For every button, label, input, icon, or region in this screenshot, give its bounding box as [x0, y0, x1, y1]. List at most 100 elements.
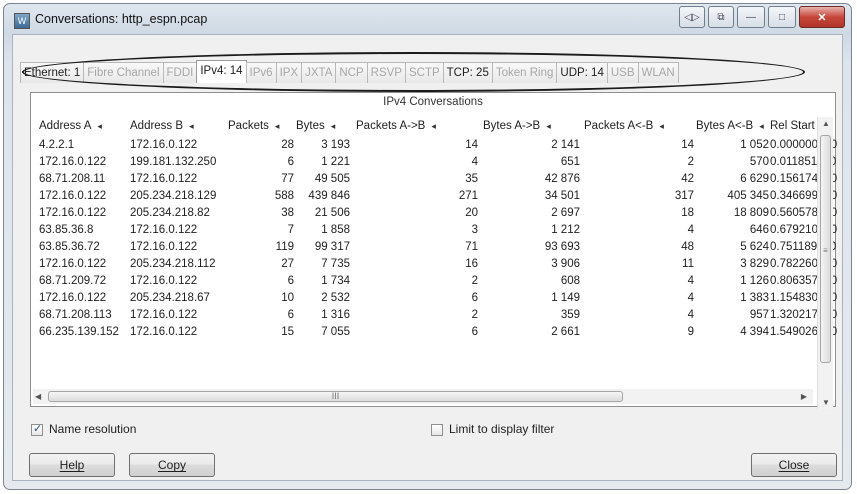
copy-button[interactable]: Copy [129, 453, 215, 477]
table-cell: 172.16.0.122 [130, 326, 198, 338]
table-cell: 0.156174000 [770, 173, 838, 185]
sort-arrow-icon: ◂ [330, 121, 336, 131]
column-header-packets-a-b[interactable]: Packets A->B ◂ [356, 120, 436, 138]
table-cell: 3 [471, 224, 478, 236]
dialog-content: Ethernet: 1 Fibre Channel FDDI IPv4: 14 IPv6… [12, 34, 843, 481]
sort-arrow-icon: ◂ [759, 121, 764, 131]
tab-sctp[interactable]: SCTP [404, 62, 444, 83]
scroll-up-icon[interactable]: ▲ [822, 119, 830, 128]
table-cell: 172.16.0.122 [130, 275, 198, 287]
tab-udp-14[interactable]: UDP: 14 [556, 62, 608, 83]
column-header-bytes-a-b[interactable]: Bytes A->B ◂ [483, 120, 551, 138]
table-cell: 2 697 [551, 207, 580, 219]
column-header-address-b[interactable]: Address B ◂ [130, 120, 194, 138]
table-cell: 4.2.2.1 [39, 139, 75, 151]
table-cell: 0.679210000 [770, 224, 838, 236]
column-header-label: Address B [130, 120, 184, 132]
vertical-scrollbar[interactable]: ▲ ≡ ▼ [817, 117, 833, 409]
table-row[interactable]: 172.16.0.122 205.234.218.67 10 2 532 6 1 149 4… [31, 291, 837, 308]
table-cell: 6 [471, 292, 478, 304]
maximize-button[interactable]: □ [768, 6, 796, 28]
scroll-right-icon[interactable]: ▶ [801, 392, 807, 401]
title-bar[interactable]: W Conversations: http_espn.pcap ◁▷ ⧉ — □… [4, 4, 851, 34]
tab-ipx[interactable]: IPX [275, 62, 303, 83]
table-cell: 1 383 [740, 292, 769, 304]
help-button[interactable]: Help [29, 453, 115, 477]
table-cell: 9 [687, 326, 694, 338]
table-cell: 18 809 [733, 207, 769, 219]
column-header-label: Bytes A->B [483, 120, 541, 132]
table-cell: 6 629 [740, 173, 769, 185]
table-cell: 1 052 [740, 139, 769, 151]
scroll-left-icon[interactable]: ◀ [35, 392, 41, 401]
table-cell: 2 661 [551, 326, 580, 338]
limit-display-filter-checkbox[interactable] [431, 424, 443, 436]
table-row[interactable]: 68.71.209.72 172.16.0.122 6 1 734 2 608 4 1 126… [31, 274, 837, 291]
tab-jxta[interactable]: JXTA [301, 62, 337, 83]
table-cell: 2 [471, 309, 478, 321]
table-cell: 5 624 [740, 241, 769, 253]
column-header-bytes-a-b[interactable]: Bytes A<-B ◂ [696, 120, 764, 138]
table-cell: 172.16.0.122 [39, 258, 107, 270]
close-window-button[interactable]: ✕ [799, 6, 845, 28]
table-cell: 7 735 [321, 258, 350, 270]
tab-ncp[interactable]: NCP [335, 62, 368, 83]
conversation-table-panel: IPv4 Conversations Address A ◂ Address B ◂ P… [30, 92, 837, 409]
table-row[interactable]: 172.16.0.122 199.181.132.250 6 1 221 4 651 2 57… [31, 155, 836, 172]
tab-usb[interactable]: USB [606, 62, 639, 83]
table-row[interactable]: 66.235.139.152 172.16.0.122 15 7 055 6 2 661 9… [31, 325, 837, 342]
table-cell: 21 506 [314, 207, 350, 219]
tab-fibre-channel[interactable]: Fibre Channel [83, 62, 164, 83]
vertical-scroll-thumb[interactable]: ≡ [820, 135, 831, 363]
scroll-down-icon[interactable]: ▼ [822, 398, 830, 407]
table-cell: 205.234.218.67 [130, 292, 210, 304]
table-cell: 0.346699000 [770, 190, 838, 202]
column-header-address-a[interactable]: Address A ◂ [39, 120, 102, 138]
column-header-bytes[interactable]: Bytes ◂ [296, 120, 335, 138]
minimize-button[interactable]: — [737, 6, 765, 28]
table-cell: 1 316 [321, 309, 350, 321]
limit-display-filter-label[interactable]: Limit to display filter [449, 422, 554, 436]
table-row[interactable]: 68.71.208.11 172.16.0.122 77 49 505 35 42 876… [31, 172, 837, 189]
table-row[interactable]: 172.16.0.122 205.234.218.112 27 7 735 16 3 90… [31, 257, 837, 274]
table-row[interactable]: 172.16.0.122 205.234.218.82 38 21 506 20 2 69… [31, 206, 837, 223]
tab-ipv4-14[interactable]: IPv4: 14 [196, 60, 247, 83]
table-cell: 3 193 [321, 139, 350, 151]
horizontal-scrollbar[interactable]: ◀ III ▶ [33, 389, 813, 404]
navigate-icon[interactable]: ◁▷ [679, 6, 705, 28]
table-row[interactable]: 63.85.36.72 172.16.0.122 119 99 317 71 93 693… [31, 240, 836, 257]
table-header: Address A ◂ Address B ◂ Packets ◂ Bytes ◂ Packet… [31, 118, 825, 138]
table-cell: 1 212 [551, 224, 580, 236]
table-cell: 68.71.208.11 [39, 173, 106, 185]
tab-ipv6[interactable]: IPv6 [245, 62, 277, 83]
table-cell: 317 [674, 190, 694, 202]
tab-tcp-25[interactable]: TCP: 25 [442, 62, 493, 83]
table-cell: 1.320217000 [770, 309, 838, 321]
table-cell: 405 345 [727, 190, 769, 202]
table-row[interactable]: 4.2.2.1 172.16.0.122 28 3 193 14 2 141 14 1 052… [31, 138, 837, 155]
column-header-packets-a-b[interactable]: Packets A<-B ◂ [584, 120, 664, 138]
tab-token-ring[interactable]: Token Ring [491, 62, 558, 83]
table-cell: 2 532 [321, 292, 350, 304]
table-cell: 42 876 [544, 173, 580, 185]
table-cell: 0.782260000 [770, 258, 838, 270]
tab-wlan[interactable]: WLAN [637, 62, 679, 83]
table-cell: 0.560578000 [770, 207, 838, 219]
table-cell: 439 846 [308, 190, 350, 202]
table-row[interactable]: 172.16.0.122 205.234.218.129 588 439 846 271… [31, 189, 837, 206]
copy-window-icon[interactable]: ⧉ [708, 6, 734, 28]
tab-fddi[interactable]: FDDI [162, 62, 198, 83]
table-cell: 68.71.209.72 [39, 275, 107, 287]
table-row[interactable]: 68.71.208.113 172.16.0.122 6 1 316 2 359 4 957 1… [31, 308, 837, 325]
table-cell: 68.71.208.113 [39, 309, 112, 321]
tab-rsvp[interactable]: RSVP [366, 62, 406, 83]
horizontal-scroll-thumb[interactable]: III [48, 391, 623, 402]
table-row[interactable]: 63.85.36.8 172.16.0.122 7 1 858 3 1 212 4 646 0.… [31, 223, 837, 240]
tab-ethernet-1[interactable]: Ethernet: 1 [20, 62, 85, 83]
name-resolution-label[interactable]: Name resolution [49, 422, 136, 436]
table-cell: 172.16.0.122 [130, 241, 198, 253]
close-button[interactable]: Close [751, 453, 837, 477]
column-header-packets[interactable]: Packets ◂ [228, 120, 279, 138]
sort-arrow-icon: ◂ [97, 121, 102, 131]
name-resolution-checkbox[interactable]: ✓ [31, 423, 43, 436]
